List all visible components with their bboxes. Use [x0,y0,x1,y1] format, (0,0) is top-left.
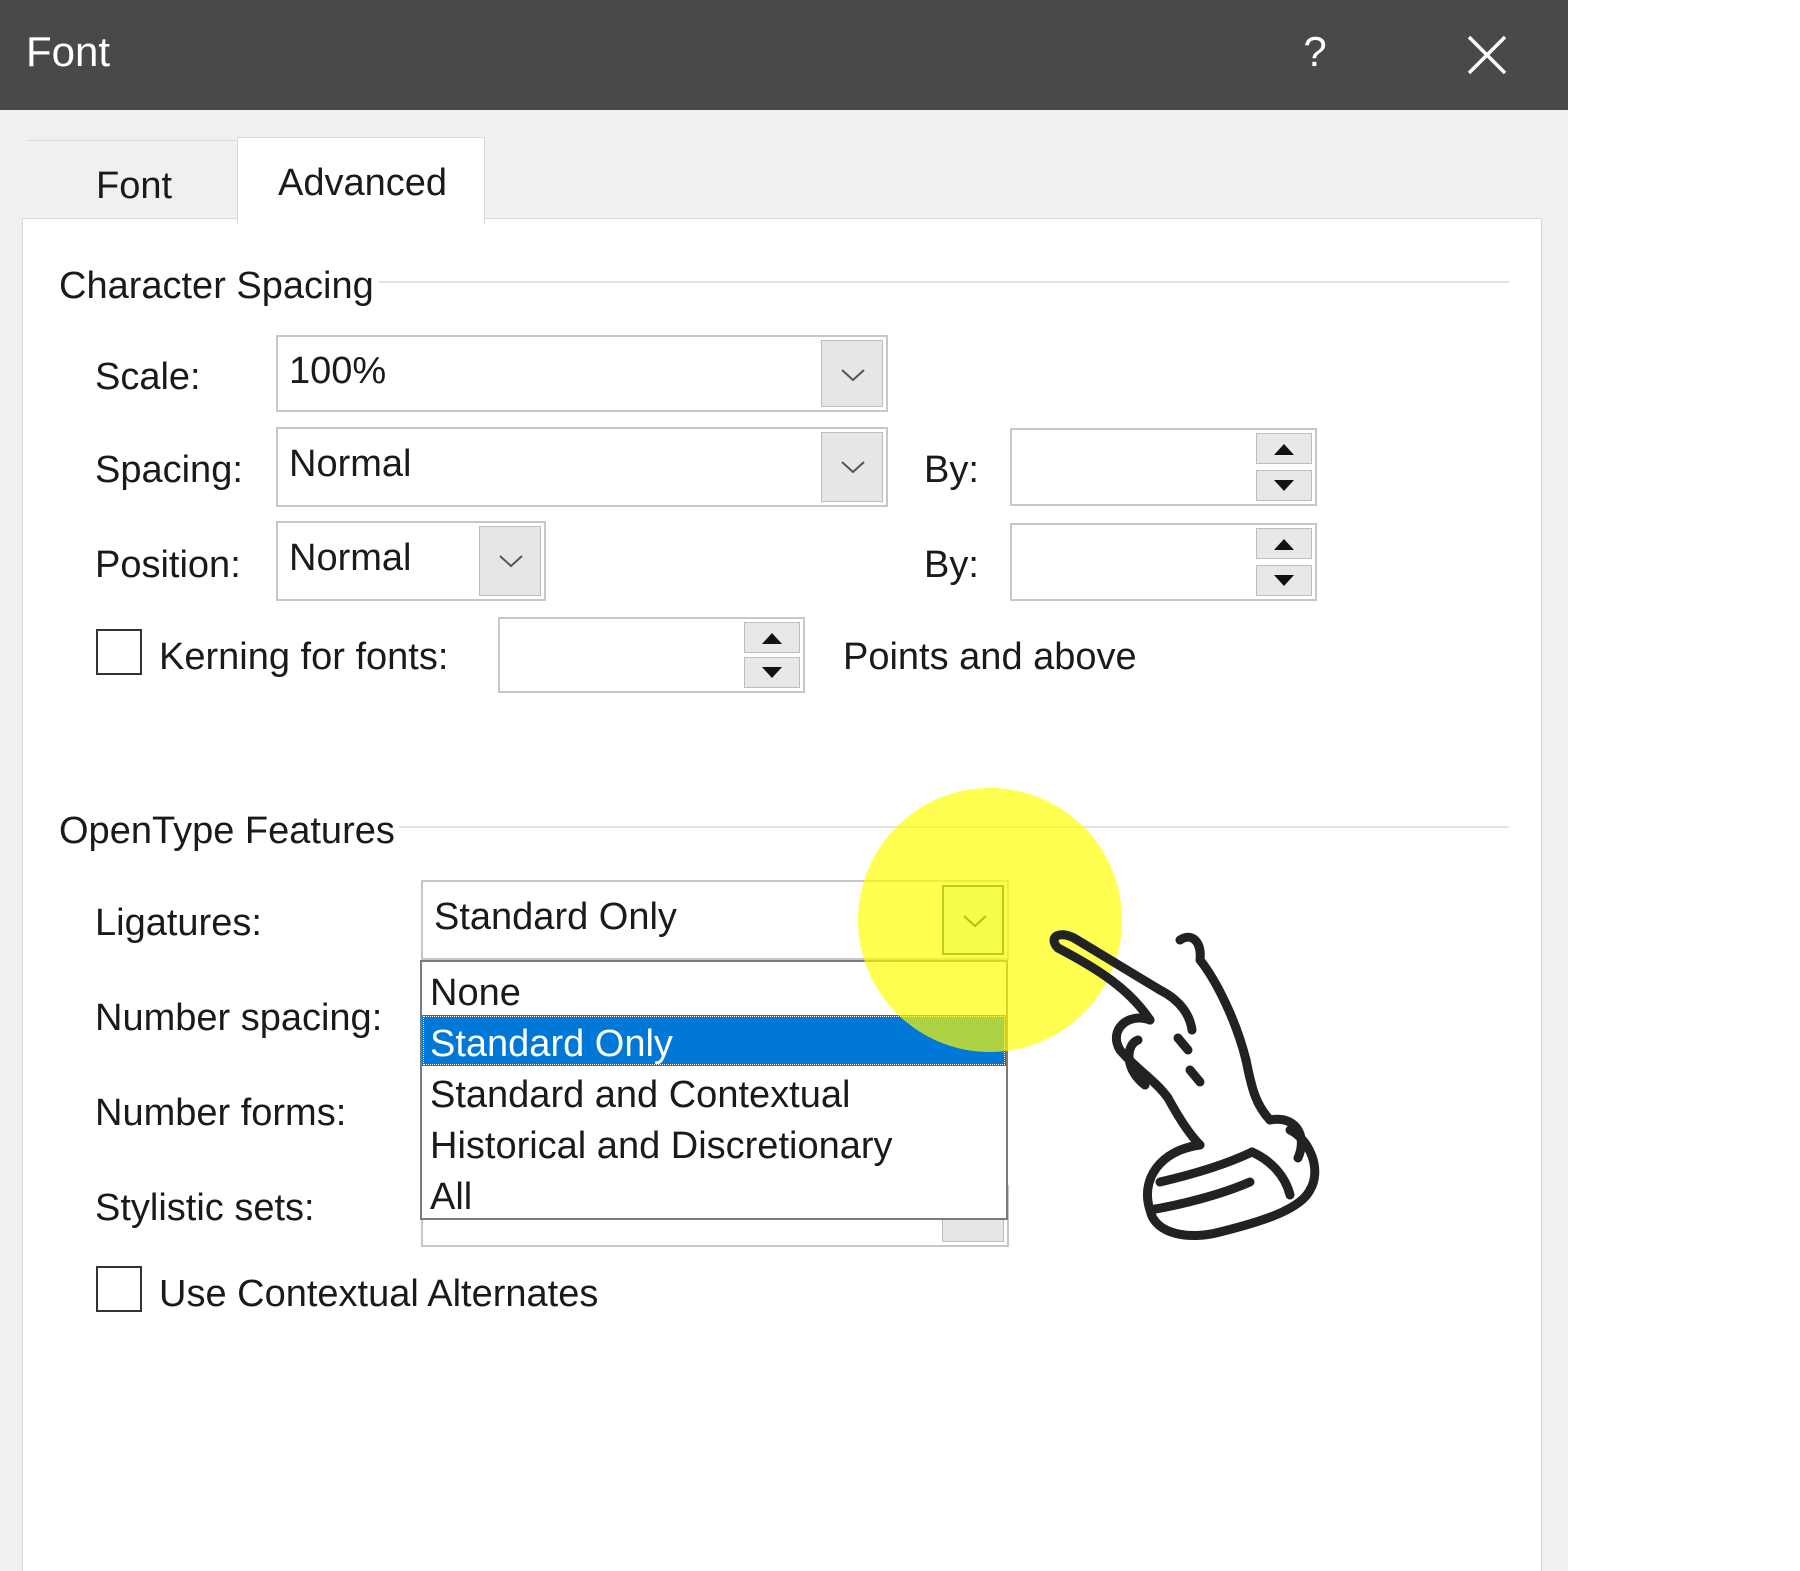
position-by-label: By: [924,544,979,586]
help-button[interactable]: ? [1295,22,1335,82]
option-label: Historical and Discretionary [430,1125,893,1167]
position-value: Normal [289,537,412,579]
stylistic-sets-label: Stylistic sets: [95,1187,315,1229]
option-label: All [430,1176,473,1218]
option-label: Standard Only [430,1023,673,1065]
ligatures-option-all[interactable]: All [422,1168,1006,1219]
ligatures-option-historical-and-discretionary[interactable]: Historical and Discretionary [422,1117,1006,1168]
ligatures-option-standard-only[interactable]: Standard Only [422,1015,1006,1066]
ligatures-dropdown-button[interactable] [942,885,1004,955]
tab-advanced-label: Advanced [278,162,448,204]
position-combo[interactable]: Normal [276,521,546,601]
position-by-up-button[interactable] [1256,528,1312,559]
number-spacing-label: Number spacing: [95,997,383,1039]
section-divider [379,281,1509,283]
ligatures-value: Standard Only [434,896,677,938]
kerning-checkbox[interactable] [96,629,142,675]
arrow-down-icon [762,667,782,678]
kerning-suffix: Points and above [843,636,1137,678]
spacing-value: Normal [289,443,412,485]
ligatures-combo[interactable]: Standard Only [421,880,1009,960]
scale-label: Scale: [95,356,201,398]
scale-dropdown-button[interactable] [821,340,883,407]
chevron-down-icon [499,555,523,568]
position-dropdown-button[interactable] [479,526,541,596]
ligatures-dropdown-list[interactable]: None Standard Only Standard and Contextu… [420,960,1008,1220]
opentype-heading: OpenType Features [59,810,395,852]
number-forms-label: Number forms: [95,1092,347,1134]
section-divider [399,826,1509,828]
ligatures-option-none[interactable]: None [422,964,1006,1015]
arrow-down-icon [1274,480,1294,491]
tab-font[interactable]: Font [28,140,236,219]
scale-combo[interactable]: 100% [276,335,888,412]
advanced-panel: Character Spacing Scale: 100% Spacing: N… [22,218,1542,1571]
position-label: Position: [95,544,241,586]
spacing-by-up-button[interactable] [1256,433,1312,464]
contextual-alternates-checkbox[interactable] [96,1266,142,1312]
font-dialog: Font ? Font Advanced Character Spacing S… [0,0,1568,1571]
spacing-combo[interactable]: Normal [276,427,888,507]
title-bar: Font ? [0,0,1568,110]
arrow-up-icon [762,633,782,644]
arrow-down-icon [1274,575,1294,586]
kerning-up-button[interactable] [744,622,800,653]
character-spacing-heading: Character Spacing [59,265,374,307]
arrow-up-icon [1274,444,1294,455]
tab-advanced[interactable]: Advanced [237,137,485,224]
close-button[interactable] [1462,26,1512,84]
tab-font-label: Font [96,165,173,207]
dialog-title: Font [26,28,111,75]
kerning-label: Kerning for fonts: [159,636,449,678]
scale-value: 100% [289,350,387,392]
spacing-dropdown-button[interactable] [821,432,883,502]
arrow-up-icon [1274,539,1294,550]
ligatures-label: Ligatures: [95,902,262,944]
spacing-by-label: By: [924,449,979,491]
kerning-spinner[interactable] [498,617,805,693]
pointing-hand-icon [1049,930,1320,1240]
chevron-down-icon [963,915,987,928]
position-by-down-button[interactable] [1256,565,1312,596]
spacing-by-spinner[interactable] [1010,428,1317,506]
position-by-spinner[interactable] [1010,523,1317,601]
close-icon [1467,35,1507,75]
contextual-alternates-label: Use Contextual Alternates [159,1273,599,1315]
spacing-by-down-button[interactable] [1256,470,1312,501]
kerning-down-button[interactable] [744,657,800,688]
chevron-down-icon [841,369,865,382]
option-label: Standard and Contextual [430,1074,851,1116]
ligatures-option-standard-and-contextual[interactable]: Standard and Contextual [422,1066,1006,1117]
option-label: None [430,972,521,1014]
spacing-label: Spacing: [95,449,243,491]
chevron-down-icon [841,461,865,474]
